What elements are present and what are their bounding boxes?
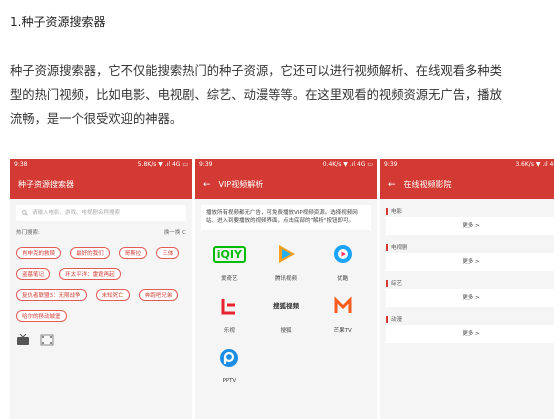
iqiyi-logo-icon: iQIY [212,240,246,268]
search-placeholder: 请输入电影、游戏、电视剧名称搜索 [32,210,121,216]
more-button[interactable]: 更多 > [386,253,554,271]
hot-tag[interactable]: 未知死亡 [95,289,130,301]
section-anime: 动漫 更多 > [380,315,554,343]
phone-vip-screen: 9:39 0.4K/s ▼ .ıl 4G ▭ ← VIP视频解析 播放所有视频都… [195,159,377,419]
hot-tag[interactable]: 哈尔的移动城堡 [16,310,67,322]
hot-tag[interactable]: 环太平洋：雷霆再起 [59,268,121,280]
letv-logo-icon [215,292,243,320]
hot-tag[interactable]: 哥斯拉 [118,247,148,259]
platform-mgtv[interactable]: 芒果TV [314,288,371,334]
more-button[interactable]: 更多 > [386,325,554,343]
status-icons: 0.4K/s ▼ .ıl 4G ▭ [322,161,373,168]
hot-tag[interactable]: 最好的我们 [70,247,110,259]
app-title: 种子资源搜索器 [18,180,74,189]
hot-search-label: 热门搜索: [16,230,40,236]
platform-pptv[interactable]: PPTV [201,340,258,384]
article-title: 1.种子资源搜索器 [10,15,106,29]
search-icon [22,210,28,216]
platform-label: 搜狐 [280,328,292,334]
bottom-icons [16,334,186,346]
section-movie: 电影 更多 > [380,207,554,235]
sohu-logo-text: 搜狐视频 [272,302,299,310]
status-icons: 3.6K/s ▼ .ıl 4G [515,161,554,168]
refresh-button[interactable]: 换一换 C [164,228,186,236]
hot-tags: 肖申克的救赎 最好的我们 哥斯拉 三体 盗墓笔记 环太平洋：雷霆再起 复仇者联盟… [10,240,192,324]
search-input[interactable]: 请输入电影、游戏、电视剧名称搜索 [16,205,186,221]
app-title: VIP视频解析 [218,180,264,189]
mgtv-logo-icon [329,292,357,320]
article-line: 种子资源搜索器，它不仅能搜索热门的种子资源，它还可以进行视频解析、在线观看多种类 [10,64,502,78]
hot-tag[interactable]: 肖申克的救赎 [16,247,62,259]
notice-text: 播放所有视频都无广告，可免费播放VIP视频资源。选择视频网站、进入到要播放的视频… [201,205,371,230]
section-label: 综艺 [391,281,403,287]
platform-sohu[interactable]: 搜狐视频 搜狐 [258,288,315,334]
section-tv: 电视剧 更多 > [380,243,554,271]
platform-label: 芒果TV [333,328,352,334]
section-variety: 综艺 更多 > [380,279,554,307]
status-time: 9:39 [199,161,213,168]
sohu-logo-icon: 搜狐视频 [272,292,300,320]
status-time: 9:38 [14,161,28,168]
platform-label: PPTV [222,378,237,384]
hot-tag[interactable]: 盗墓笔记 [16,268,51,280]
platform-label: 优酷 [337,276,349,282]
app-title: 在线视频影院 [403,180,452,189]
phone-cinema-screen: 9:39 3.6K/s ▼ .ıl 4G ← 在线视频影院 电影 更多 > 电视… [380,159,554,419]
section-marker [386,207,388,215]
tencent-logo-icon [272,240,300,268]
iqiyi-logo-text: iQIY [212,245,246,263]
section-label: 电视剧 [391,245,408,251]
phone-search-screen: 9:38 5.8K/s ▼ .ıl 4G ▭ 种子资源搜索器 请输入电影、游戏、… [10,159,192,419]
status-time: 9:39 [384,161,398,168]
article-body: 种子资源搜索器，它不仅能搜索热门的种子资源，它还可以进行视频解析、在线观看多种类… [10,59,554,131]
app-bar: 种子资源搜索器 [10,171,192,199]
status-bar: 9:39 0.4K/s ▼ .ıl 4G ▭ [195,159,377,171]
section-label: 动漫 [391,317,403,323]
status-bar: 9:38 5.8K/s ▼ .ıl 4G ▭ [10,159,192,171]
platform-label: 乐视 [223,328,235,334]
status-icons: 5.8K/s ▼ .ıl 4G ▭ [137,161,188,168]
pptv-logo-icon [215,344,243,372]
section-marker [386,279,388,287]
screenshot-strip: 9:38 5.8K/s ▼ .ıl 4G ▭ 种子资源搜索器 请输入电影、游戏、… [10,159,554,419]
back-arrow-icon[interactable]: ← [203,171,211,199]
youku-logo-icon [329,240,357,268]
hot-tag[interactable]: 复仇者联盟3：无限战争 [16,289,87,301]
section-marker [386,315,388,323]
platform-tencent[interactable]: 腾讯视频 [258,236,315,282]
platform-iqiyi[interactable]: iQIY 爱奇艺 [201,236,258,282]
platform-grid: iQIY 爱奇艺 腾讯视频 优酷 乐视 搜狐视频 搜狐 芒果TV PPTV [201,236,371,384]
platform-label: 腾讯视频 [274,276,297,282]
more-button[interactable]: 更多 > [386,217,554,235]
platform-youku[interactable]: 优酷 [314,236,371,282]
section-marker [386,243,388,251]
more-button[interactable]: 更多 > [386,289,554,307]
status-bar: 9:39 3.6K/s ▼ .ıl 4G [380,159,554,171]
app-bar: ← VIP视频解析 [195,171,377,199]
hot-tag[interactable]: 三体 [156,247,180,259]
section-label: 电影 [391,209,403,215]
film-icon[interactable] [40,334,54,346]
platform-label: 爱奇艺 [221,276,238,282]
platform-letv[interactable]: 乐视 [201,288,258,334]
back-arrow-icon[interactable]: ← [388,171,396,199]
hot-tag[interactable]: 奔跑吧兄弟 [138,289,179,301]
app-bar: ← 在线视频影院 [380,171,554,199]
tv-icon[interactable] [16,334,30,346]
article-line: 流畅，是一个很受欢迎的神器。 [10,112,183,126]
hot-search-header: 热门搜索: 换一换 C [16,228,186,236]
article-line: 型的热门视频，比如电影、电视剧、综艺、动漫等等。在这里观看的视频资源无广告，播放 [10,88,502,102]
